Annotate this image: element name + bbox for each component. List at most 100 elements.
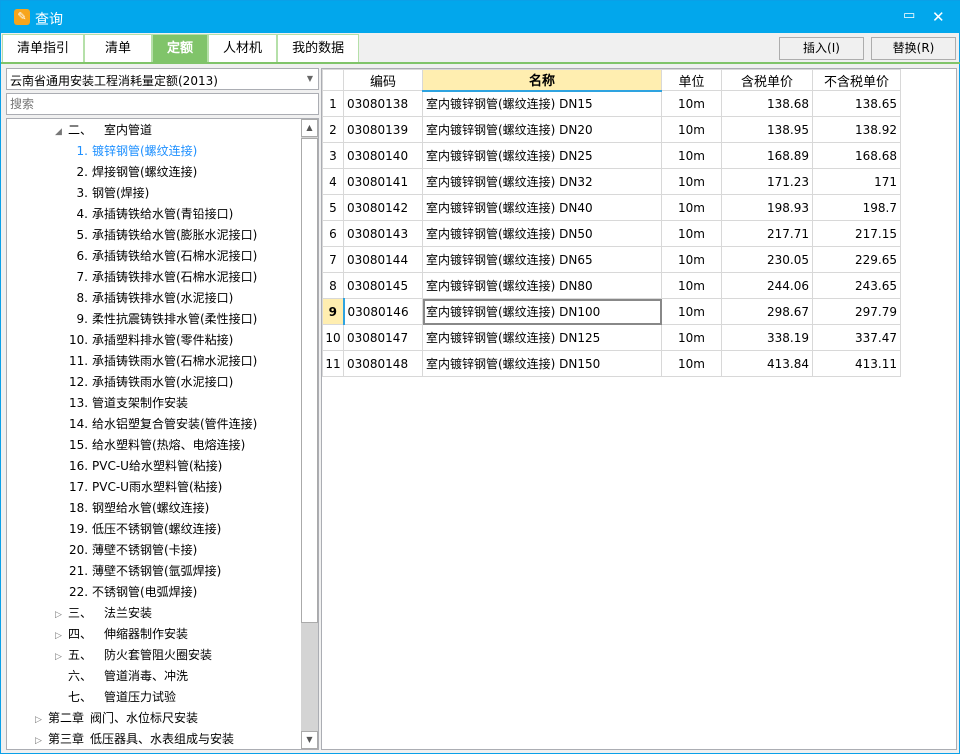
notax-price-header[interactable]: 不含税单价 (812, 69, 901, 91)
name-cell[interactable]: 室内镀锌钢管(螺纹连接) DN80 (422, 272, 662, 299)
tree-node[interactable]: 2. 焊接钢管(螺纹连接) (69, 162, 198, 183)
notax-price-cell[interactable]: 217.15 (812, 220, 901, 247)
tree-node[interactable]: ▷ 五、 防火套管阻火圈安装 (55, 645, 212, 666)
code-cell[interactable]: 03080143 (343, 220, 423, 247)
name-cell[interactable]: 室内镀锌钢管(螺纹连接) DN150 (422, 350, 662, 377)
unit-cell[interactable]: 10m (661, 220, 722, 247)
scroll-down-icon[interactable]: ▼ (301, 731, 318, 749)
notax-price-cell[interactable]: 138.92 (812, 116, 901, 143)
tree-node[interactable]: 11. 承插铸铁雨水管(石棉水泥接口) (69, 351, 257, 372)
tree-node[interactable]: 1. 镀锌钢管(螺纹连接) (69, 141, 198, 162)
name-cell[interactable]: 室内镀锌钢管(螺纹连接) DN65 (422, 246, 662, 273)
row-number[interactable]: 8 (322, 272, 344, 299)
name-cell[interactable]: 室内镀锌钢管(螺纹连接) DN20 (422, 116, 662, 143)
tax-price-cell[interactable]: 244.06 (721, 272, 813, 299)
code-cell[interactable]: 03080138 (343, 90, 423, 117)
tree-node[interactable]: ◢ 二、 室内管道 (55, 120, 152, 141)
code-cell[interactable]: 03080148 (343, 350, 423, 377)
expand-icon[interactable]: ▷ (35, 731, 48, 749)
tab-quota[interactable]: 定额 (152, 34, 209, 63)
tree-node[interactable]: ▷ 第三章 低压器具、水表组成与安装 (35, 729, 234, 749)
name-header[interactable]: 名称 (422, 69, 662, 92)
row-number[interactable]: 9 (322, 298, 345, 325)
insert-button[interactable]: 插入(I) (779, 37, 864, 60)
table-row[interactable]: 2 03080139 室内镀锌钢管(螺纹连接) DN20 10m 138.95 138.9… (322, 116, 901, 143)
tree-node[interactable]: 16. PVC-U给水塑料管(粘接) (69, 456, 222, 477)
expand-icon[interactable]: ▷ (55, 626, 68, 647)
table-row[interactable]: 8 03080145 室内镀锌钢管(螺纹连接) DN80 10m 244.06 243.6… (322, 272, 901, 299)
notax-price-cell[interactable]: 297.79 (812, 298, 901, 325)
notax-price-cell[interactable]: 138.65 (812, 90, 901, 117)
tax-price-cell[interactable]: 338.19 (721, 324, 813, 351)
tree-node[interactable]: 13. 管道支架制作安装 (69, 393, 188, 414)
name-cell[interactable]: 室内镀锌钢管(螺纹连接) DN15 (422, 90, 662, 117)
tab-labor-material-machine[interactable]: 人材机 (208, 34, 278, 63)
code-cell[interactable]: 03080141 (343, 168, 423, 195)
code-cell[interactable]: 03080139 (343, 116, 423, 143)
table-row[interactable]: 4 03080141 室内镀锌钢管(螺纹连接) DN32 10m 171.23 171 (322, 168, 901, 195)
table-row[interactable]: 10 03080147 室内镀锌钢管(螺纹连接) DN125 10m 338.19 337… (322, 324, 901, 351)
table-row[interactable]: 9 03080146 室内镀锌钢管(螺纹连接) DN100 10m 298.67 297.… (322, 298, 901, 325)
tax-price-cell[interactable]: 171.23 (721, 168, 813, 195)
table-row[interactable]: 11 03080148 室内镀锌钢管(螺纹连接) DN150 10m 413.84 413… (322, 350, 901, 377)
table-row[interactable]: 3 03080140 室内镀锌钢管(螺纹连接) DN25 10m 168.89 168.6… (322, 142, 901, 169)
search-input[interactable] (6, 93, 319, 115)
tree-node[interactable]: 6. 承插铸铁给水管(石棉水泥接口) (69, 246, 258, 267)
tab-bill-guide[interactable]: 清单指引 (2, 34, 85, 63)
code-cell[interactable]: 03080144 (343, 246, 423, 273)
row-number[interactable]: 10 (322, 324, 344, 351)
code-cell[interactable]: 03080147 (343, 324, 423, 351)
name-cell[interactable]: 室内镀锌钢管(螺纹连接) DN40 (422, 194, 662, 221)
tree-node[interactable]: 10. 承插塑料排水管(零件粘接) (69, 330, 233, 351)
tree-node[interactable]: 17. PVC-U雨水塑料管(粘接) (69, 477, 222, 498)
tree-node[interactable]: 19. 低压不锈钢管(螺纹连接) (69, 519, 221, 540)
row-number[interactable]: 3 (322, 142, 344, 169)
tree-node[interactable]: 8. 承插铸铁排水管(水泥接口) (69, 288, 234, 309)
name-cell[interactable]: 室内镀锌钢管(螺纹连接) DN25 (422, 142, 662, 169)
row-number[interactable]: 4 (322, 168, 344, 195)
tax-price-cell[interactable]: 230.05 (721, 246, 813, 273)
tab-bill[interactable]: 清单 (84, 34, 153, 63)
tax-price-cell[interactable]: 168.89 (721, 142, 813, 169)
tree-scrollbar[interactable]: ▲ ▼ (301, 119, 318, 749)
tax-price-cell[interactable]: 217.71 (721, 220, 813, 247)
library-select[interactable]: 云南省通用安装工程消耗量定额(2013) ▼ (6, 68, 319, 90)
scroll-up-icon[interactable]: ▲ (301, 119, 318, 137)
table-row[interactable]: 5 03080142 室内镀锌钢管(螺纹连接) DN40 10m 198.93 198.7 (322, 194, 901, 221)
tree-node[interactable]: 18. 钢塑给水管(螺纹连接) (69, 498, 209, 519)
expand-icon[interactable]: ▷ (55, 647, 68, 668)
tree-node[interactable]: ▷ 第二章 阀门、水位标尺安装 (35, 708, 198, 729)
table-row[interactable]: 6 03080143 室内镀锌钢管(螺纹连接) DN50 10m 217.71 217.1… (322, 220, 901, 247)
name-cell[interactable]: 室内镀锌钢管(螺纹连接) DN32 (422, 168, 662, 195)
notax-price-cell[interactable]: 243.65 (812, 272, 901, 299)
code-cell[interactable]: 03080140 (343, 142, 423, 169)
tax-price-cell[interactable]: 138.95 (721, 116, 813, 143)
row-number[interactable]: 11 (322, 350, 344, 377)
table-row[interactable]: 7 03080144 室内镀锌钢管(螺纹连接) DN65 10m 230.05 229.6… (322, 246, 901, 273)
expand-icon[interactable]: ▷ (35, 710, 48, 731)
tab-my-data[interactable]: 我的数据 (277, 34, 360, 63)
notax-price-cell[interactable]: 171 (812, 168, 901, 195)
tree-node[interactable]: 21. 薄壁不锈钢管(氩弧焊接) (69, 561, 221, 582)
tree-node[interactable]: 4. 承插铸铁给水管(青铅接口) (69, 204, 234, 225)
tree-node[interactable]: ▷ 三、 法兰安装 (55, 603, 152, 624)
table-row[interactable]: 1 03080138 室内镀锌钢管(螺纹连接) DN15 10m 138.68 138.6… (322, 90, 901, 117)
name-cell[interactable]: 室内镀锌钢管(螺纹连接) DN50 (422, 220, 662, 247)
unit-cell[interactable]: 10m (661, 194, 722, 221)
unit-cell[interactable]: 10m (661, 168, 722, 195)
unit-cell[interactable]: 10m (661, 272, 722, 299)
row-number[interactable]: 5 (322, 194, 344, 221)
notax-price-cell[interactable]: 337.47 (812, 324, 901, 351)
tree-node[interactable]: ▷ 四、 伸缩器制作安装 (55, 624, 188, 645)
tree-node[interactable]: 20. 薄壁不锈钢管(卡接) (69, 540, 197, 561)
tree-node[interactable]: 22. 不锈钢管(电弧焊接) (69, 582, 197, 603)
code-cell[interactable]: 03080142 (343, 194, 423, 221)
tree-node[interactable]: 3. 钢管(焊接) (69, 183, 150, 204)
tree-node[interactable]: 14. 给水铝塑复合管安装(管件连接) (69, 414, 257, 435)
row-number[interactable]: 7 (322, 246, 344, 273)
tax-price-cell[interactable]: 198.93 (721, 194, 813, 221)
expand-icon[interactable]: ▷ (55, 605, 68, 626)
unit-cell[interactable]: 10m (661, 90, 722, 117)
close-icon[interactable]: ✕ (932, 8, 945, 26)
notax-price-cell[interactable]: 168.68 (812, 142, 901, 169)
